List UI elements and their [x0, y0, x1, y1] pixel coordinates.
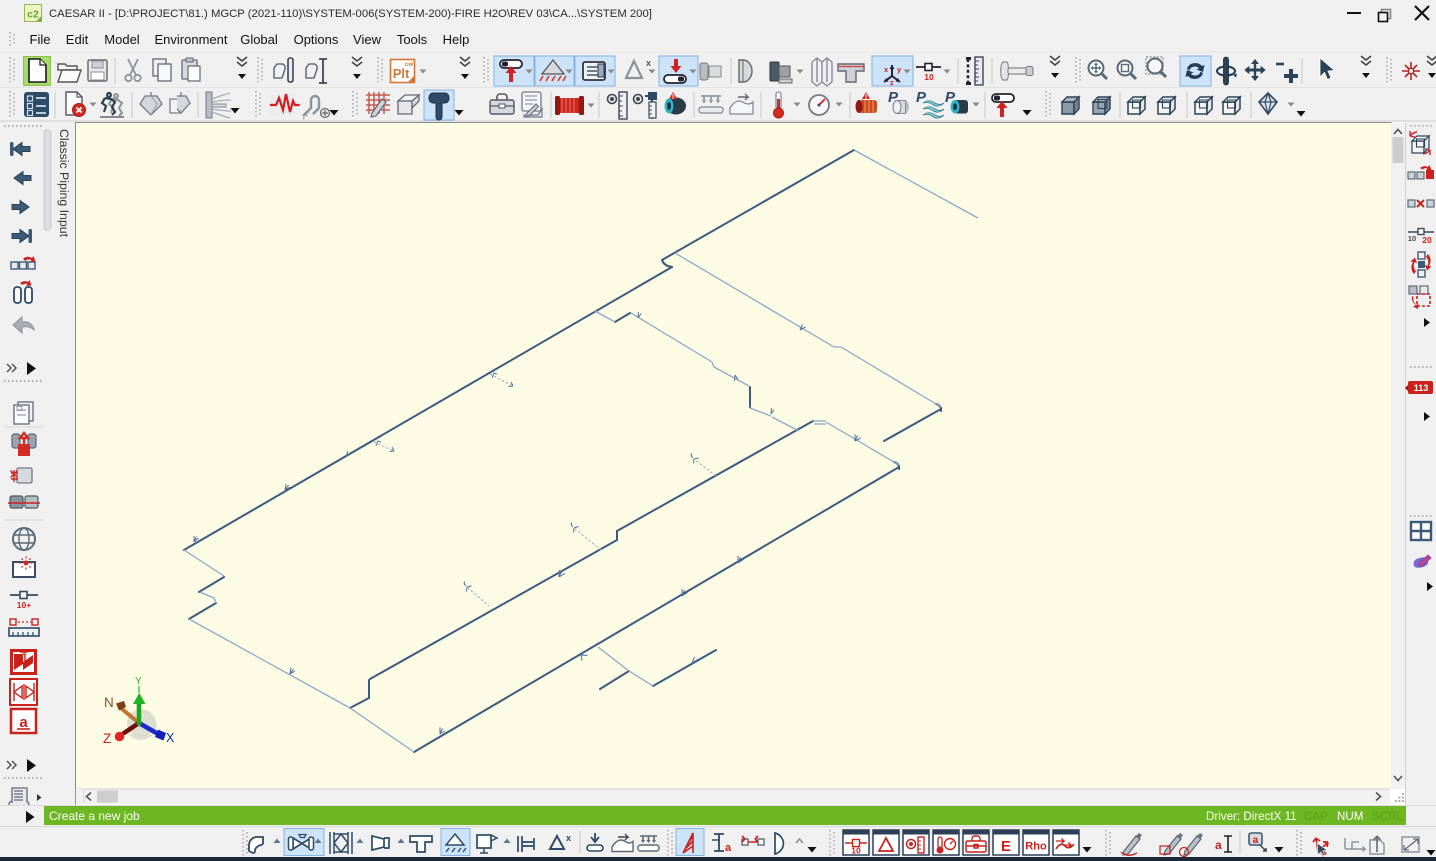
svg-text:Create a new job: Create a new job: [49, 809, 140, 823]
svg-text:Help: Help: [443, 32, 470, 47]
svg-text:z: z: [890, 78, 894, 87]
svg-text:Model: Model: [104, 32, 140, 47]
svg-text:a: a: [1215, 838, 1222, 852]
svg-text:Classic Piping Input: Classic Piping Input: [57, 129, 71, 238]
svg-text:P: P: [916, 89, 927, 106]
svg-text:cw: cw: [405, 61, 415, 68]
svg-text:Driver: DirectX 11: Driver: DirectX 11: [1206, 810, 1297, 823]
svg-text:Z: Z: [103, 731, 111, 746]
svg-text:X: X: [166, 731, 175, 745]
svg-text:NUM: NUM: [1337, 810, 1363, 823]
svg-text:c2: c2: [27, 9, 39, 21]
svg-text:x: x: [566, 833, 571, 843]
svg-text:x: x: [646, 58, 651, 68]
svg-text:!: !: [672, 94, 674, 101]
svg-text:View: View: [353, 32, 382, 47]
svg-text:10+: 10+: [17, 600, 31, 610]
svg-text:CAESAR II - [D:\PROJECT\81.) M: CAESAR II - [D:\PROJECT\81.) MGCP (2021-…: [49, 8, 652, 20]
svg-text:Environment: Environment: [155, 32, 228, 47]
svg-text:a: a: [1253, 835, 1259, 846]
svg-text:113: 113: [1414, 383, 1429, 393]
svg-text:Rho: Rho: [1025, 841, 1047, 853]
svg-text:CAP: CAP: [1304, 810, 1328, 823]
svg-text:a: a: [725, 842, 732, 854]
svg-text:File: File: [30, 32, 51, 47]
svg-text:20: 20: [1422, 235, 1432, 245]
svg-text:Plt: Plt: [393, 66, 410, 81]
svg-text:Global: Global: [240, 32, 278, 47]
svg-text:10: 10: [1408, 234, 1416, 243]
svg-text:E: E: [1001, 838, 1011, 855]
svg-text:10: 10: [851, 846, 861, 856]
svg-text:SCRL: SCRL: [1372, 810, 1403, 823]
svg-text:N: N: [104, 695, 114, 710]
svg-text:10: 10: [924, 72, 934, 82]
svg-text:!: !: [865, 94, 867, 101]
svg-text:Edit: Edit: [66, 32, 89, 47]
svg-text:Options: Options: [294, 32, 339, 47]
svg-text:Tools: Tools: [397, 32, 428, 47]
svg-text:Y: Y: [135, 676, 142, 687]
